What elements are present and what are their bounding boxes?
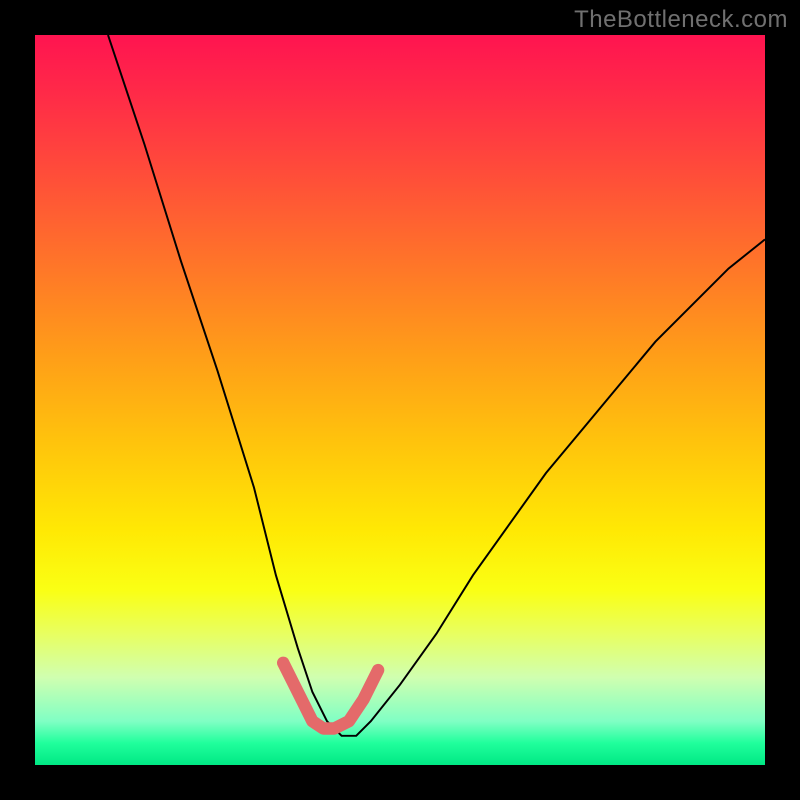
bottleneck-curve	[108, 35, 765, 736]
trough-highlight	[283, 663, 378, 729]
curve-layer	[35, 35, 765, 765]
watermark-text: TheBottleneck.com	[574, 6, 788, 34]
chart-frame: TheBottleneck.com	[0, 0, 800, 800]
plot-area	[35, 35, 765, 765]
